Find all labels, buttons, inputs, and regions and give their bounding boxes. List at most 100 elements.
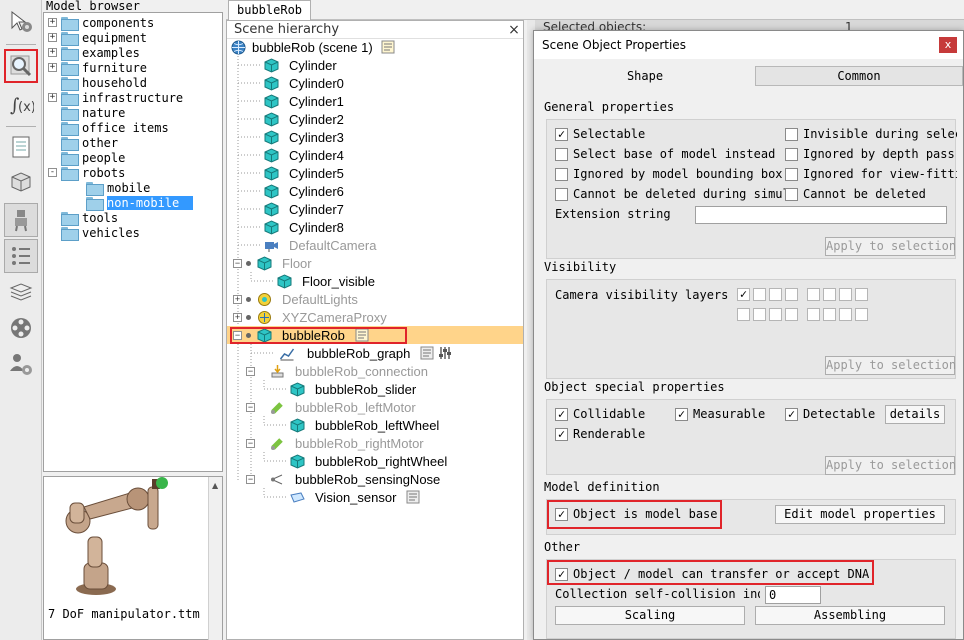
tree-item[interactable]: Cylinder <box>264 56 337 74</box>
scene-root[interactable]: bubbleRob (scene 1) <box>231 38 395 56</box>
collection-input[interactable]: 0 <box>765 586 821 604</box>
layer-checkbox[interactable] <box>737 308 750 321</box>
robot-arm-thumbnail[interactable] <box>44 477 204 605</box>
page-icon[interactable] <box>4 130 38 164</box>
renderable-checkbox[interactable]: ✓ Renderable <box>555 427 675 441</box>
tree-item[interactable]: Cylinder8 <box>264 218 344 236</box>
apply-general-button[interactable]: Apply to selection <box>825 237 956 256</box>
folder-item[interactable]: other <box>61 135 118 151</box>
thumbnail-scrollbar[interactable]: ▲ <box>208 477 222 640</box>
expand-icon[interactable]: + <box>48 63 57 72</box>
tree-item[interactable]: Cylinder4 <box>264 146 344 164</box>
folder-item[interactable]: + infrastructure <box>48 90 183 106</box>
folder-item[interactable]: people <box>61 150 125 166</box>
tree-item[interactable]: Cylinder0 <box>264 74 344 92</box>
assembling-button[interactable]: Assembling <box>755 606 945 625</box>
folder-item[interactable]: + examples <box>48 45 140 61</box>
expand-icon[interactable]: + <box>48 33 57 42</box>
tree-item[interactable]: Vision_sensor <box>290 488 420 506</box>
expand-icon[interactable]: + <box>233 312 242 322</box>
folder-item[interactable]: vehicles <box>61 225 140 241</box>
tab-common[interactable]: Common <box>755 66 963 86</box>
tree-item[interactable]: DefaultCamera <box>264 236 376 254</box>
scaling-button[interactable]: Scaling <box>555 606 745 625</box>
collapse-icon[interactable]: − <box>246 474 255 484</box>
invisible-checkbox[interactable]: Invisible during selection <box>785 127 957 141</box>
collapse-icon[interactable]: − <box>233 258 242 268</box>
script-icon[interactable] <box>420 346 434 360</box>
expand-icon[interactable]: + <box>48 93 57 102</box>
folder-item[interactable]: + equipment <box>48 30 147 46</box>
tree-item[interactable]: + DefaultLights <box>233 290 358 308</box>
folder-item[interactable]: - robots <box>48 165 125 181</box>
details-button[interactable]: details <box>885 405 945 424</box>
tab-shape[interactable]: Shape <box>535 66 755 86</box>
layer-checkbox[interactable]: ✓ <box>737 288 750 301</box>
folder-item[interactable]: nature <box>61 105 125 121</box>
collidable-checkbox[interactable]: ✓ Collidable <box>555 407 675 421</box>
folder-item-selected[interactable]: non-mobile <box>86 195 194 211</box>
layer-checkbox[interactable] <box>753 308 766 321</box>
layers-icon[interactable] <box>4 275 38 309</box>
scroll-up-icon[interactable]: ▲ <box>212 481 218 490</box>
gear-pointer-icon[interactable] <box>4 4 38 38</box>
layer-checkbox[interactable] <box>823 308 836 321</box>
layer-checkbox[interactable] <box>855 308 868 321</box>
robot-icon[interactable] <box>4 203 38 237</box>
tree-item[interactable]: bubbleRob_leftWheel <box>290 416 439 434</box>
collapse-icon[interactable]: − <box>246 402 255 412</box>
layer-checkbox[interactable] <box>807 308 820 321</box>
layer-checkbox[interactable] <box>785 308 798 321</box>
tree-item[interactable]: bubbleRob_slider <box>290 380 416 398</box>
script-icon[interactable] <box>406 490 420 504</box>
ignored-view-checkbox[interactable]: Ignored for view-fitting <box>785 167 957 181</box>
layer-checkbox[interactable] <box>769 308 782 321</box>
tree-item[interactable]: − bubbleRob_sensingNose <box>246 470 440 488</box>
layer-checkbox[interactable] <box>839 308 852 321</box>
tree-item[interactable]: bubbleRob_graph <box>277 344 452 362</box>
folder-item[interactable]: household <box>61 75 147 91</box>
layer-checkbox[interactable] <box>807 288 820 301</box>
measurable-checkbox[interactable]: ✓ Measurable <box>675 407 787 421</box>
collapse-icon[interactable]: − <box>246 366 255 376</box>
detectable-checkbox[interactable]: ✓ Detectable <box>785 407 885 421</box>
layer-checkbox[interactable] <box>855 288 868 301</box>
model-thumbnail-area[interactable]: 7 DoF manipulator.ttm ▲ <box>43 476 223 640</box>
folder-item[interactable]: mobile <box>86 180 150 196</box>
apply-visibility-button[interactable]: Apply to selection <box>825 356 956 375</box>
close-icon[interactable]: x <box>939 37 957 53</box>
expand-icon[interactable]: + <box>48 18 57 27</box>
expand-icon[interactable]: + <box>233 294 242 304</box>
ignored-bbox-checkbox[interactable]: Ignored by model bounding box <box>555 167 785 181</box>
select-base-checkbox[interactable]: Select base of model instead <box>555 147 780 161</box>
folder-item[interactable]: office items <box>61 120 169 136</box>
cannot-delete-sim-checkbox[interactable]: Cannot be deleted during simulation <box>555 187 785 201</box>
model-browser-tree[interactable]: + components + equipment + examples + furnit… <box>43 12 223 472</box>
tree-item[interactable]: bubbleRob_rightWheel <box>290 452 447 470</box>
tree-item[interactable]: Cylinder5 <box>264 164 344 182</box>
expand-icon[interactable]: + <box>48 48 57 57</box>
list-icon[interactable] <box>4 239 38 273</box>
film-icon[interactable] <box>4 311 38 345</box>
edit-model-properties-button[interactable]: Edit model properties <box>775 505 945 524</box>
folder-item[interactable]: + components <box>48 15 154 31</box>
script-icon[interactable] <box>381 40 395 54</box>
box-icon[interactable] <box>4 164 38 198</box>
function-icon[interactable]: ∫(x) <box>4 88 38 122</box>
ignored-depth-checkbox[interactable]: Ignored by depth pass <box>785 147 957 161</box>
layer-checkbox[interactable] <box>839 288 852 301</box>
scene-tab[interactable]: bubbleRob <box>228 0 312 20</box>
tree-item[interactable]: − bubbleRob_connection <box>246 362 428 380</box>
layer-checkbox[interactable] <box>753 288 766 301</box>
tree-item[interactable]: Floor_visible <box>277 272 375 290</box>
tree-item[interactable]: + XYZCameraProxy <box>233 308 387 326</box>
collapse-icon[interactable]: - <box>48 168 57 177</box>
tree-item[interactable]: Cylinder2 <box>264 110 344 128</box>
collapse-icon[interactable]: − <box>246 438 255 448</box>
layer-checkbox[interactable] <box>769 288 782 301</box>
extension-string-input[interactable] <box>695 206 947 224</box>
tree-item[interactable]: − Floor <box>233 254 312 272</box>
layer-checkbox[interactable] <box>823 288 836 301</box>
cannot-delete-checkbox[interactable]: Cannot be deleted <box>785 187 957 201</box>
folder-item[interactable]: + furniture <box>48 60 147 76</box>
